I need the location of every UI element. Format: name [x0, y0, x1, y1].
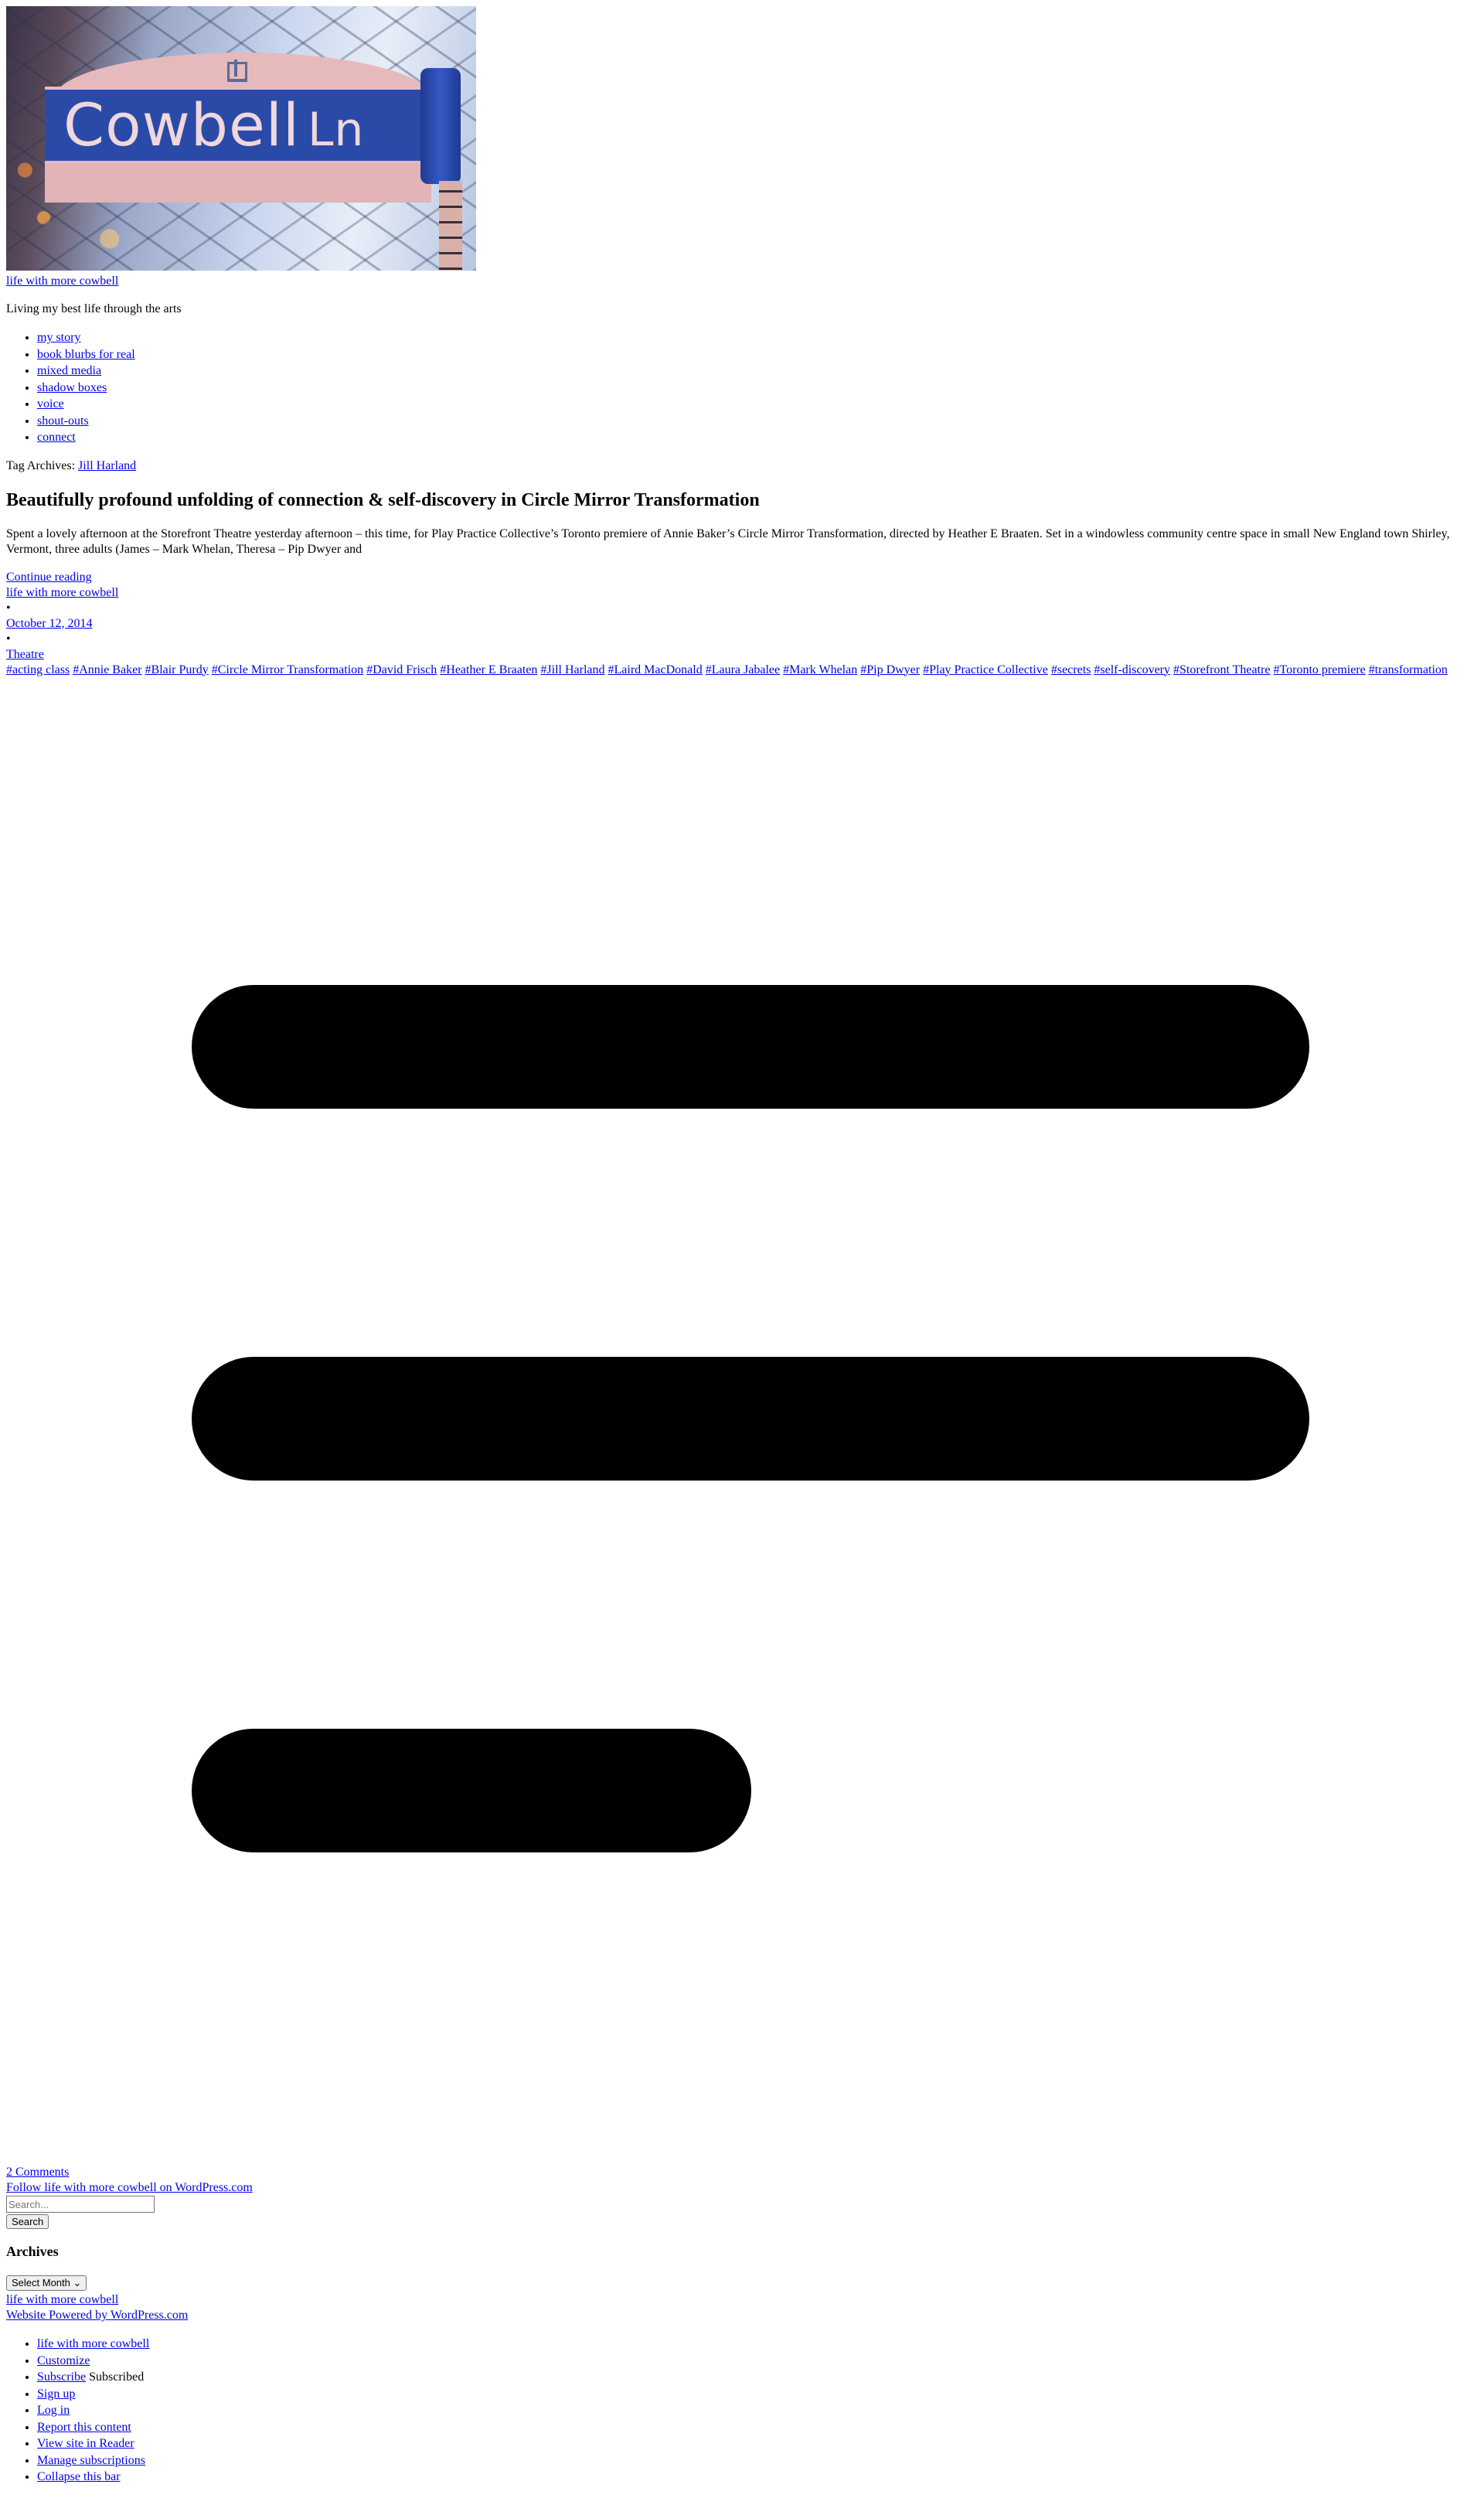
- customize-link[interactable]: Customize: [37, 2354, 90, 2367]
- tag-link[interactable]: #Pip Dwyer: [860, 663, 920, 676]
- tag-link[interactable]: #Storefront Theatre: [1173, 663, 1270, 676]
- tag-link[interactable]: #transformation: [1369, 663, 1448, 676]
- tag-link[interactable]: #Laird MacDonald: [608, 663, 703, 676]
- search-input[interactable]: [6, 2196, 155, 2213]
- admin-bar-item: Log in: [37, 2402, 1478, 2419]
- nav-item-connect: connect: [37, 429, 1478, 446]
- nav-item-shadow-boxes: shadow boxes: [37, 380, 1478, 397]
- archive-tag-link[interactable]: Jill Harland: [78, 459, 136, 472]
- collapse-bar-link[interactable]: Collapse this bar: [37, 2470, 121, 2483]
- subscribe-link[interactable]: Subscribe: [37, 2370, 86, 2384]
- admin-bar-item: Manage subscriptions: [37, 2452, 1478, 2469]
- admin-bar-item: Sign up: [37, 2386, 1478, 2403]
- page: Cowbell Ln life with more cowbell Living …: [6, 6, 1478, 678]
- sign-pole: [439, 181, 462, 271]
- admin-bar-item: Customize: [37, 2353, 1478, 2370]
- log-in-link[interactable]: Log in: [37, 2404, 70, 2417]
- view-in-reader-link[interactable]: View site in Reader: [37, 2437, 134, 2450]
- nav-link-shadow-boxes[interactable]: shadow boxes: [37, 381, 107, 394]
- archive-heading: Tag Archives: Jill Harland: [6, 458, 1478, 474]
- nav-link-mixed-media[interactable]: mixed media: [37, 364, 101, 377]
- comments-link[interactable]: 2 Comments: [6, 2165, 1478, 2180]
- tag-link[interactable]: #Toronto premiere: [1273, 663, 1365, 676]
- sign-main-text: Cowbell: [63, 90, 300, 159]
- nav-link-my-story[interactable]: my story: [37, 331, 80, 344]
- sign-suffix-text: Ln: [307, 103, 365, 157]
- site-title-link[interactable]: life with more cowbell: [6, 274, 1478, 289]
- continue-reading-link[interactable]: Continue reading: [6, 570, 1478, 585]
- tag-link[interactable]: #Mark Whelan: [783, 663, 857, 676]
- admin-site-link[interactable]: life with more cowbell: [37, 2337, 149, 2350]
- tag-link[interactable]: #David Frisch: [366, 663, 437, 676]
- follow-link[interactable]: Follow life with more cowbell on WordPre…: [6, 2180, 1478, 2196]
- nav-link-book-blurbs[interactable]: book blurbs for real: [37, 348, 135, 361]
- admin-bar-item: life with more cowbell: [37, 2336, 1478, 2353]
- city-emblem-icon: [227, 60, 247, 82]
- footer-site-link[interactable]: life with more cowbell: [6, 2292, 1478, 2308]
- archives-heading: Archives: [6, 2244, 59, 2259]
- post-author-link[interactable]: life with more cowbell: [6, 585, 1478, 601]
- menu-bar-shape: [192, 1729, 751, 1852]
- main-navigation: my story book blurbs for real mixed medi…: [6, 329, 1478, 446]
- powered-by-link[interactable]: Website Powered by WordPress.com: [6, 2308, 1478, 2323]
- nav-item-book-blurbs: book blurbs for real: [37, 346, 1478, 363]
- tag-link[interactable]: #secrets: [1051, 663, 1091, 676]
- nav-link-connect[interactable]: connect: [37, 431, 76, 444]
- post-date-link[interactable]: October 12, 2014: [6, 616, 1478, 632]
- tag-link[interactable]: #Circle Mirror Transformation: [212, 663, 363, 676]
- nav-link-voice[interactable]: voice: [37, 397, 64, 411]
- menu-bar-shape: [192, 985, 1309, 1109]
- site-tagline: Living my best life through the arts: [6, 302, 182, 315]
- tag-link[interactable]: #Laura Jabalee: [706, 663, 780, 676]
- report-content-link[interactable]: Report this content: [37, 2421, 131, 2434]
- admin-bar-list: life with more cowbell Customize Subscri…: [6, 2336, 1478, 2486]
- chevron-down-icon: ⌄: [73, 2277, 82, 2288]
- header-image[interactable]: Cowbell Ln: [6, 6, 476, 271]
- sign-lower-band: [45, 164, 431, 203]
- nav-item-mixed-media: mixed media: [37, 363, 1478, 380]
- post-tags: #acting class #Annie Baker #Blair Purdy #Ci…: [6, 663, 1478, 678]
- sign-post-cap: [420, 68, 461, 184]
- menu-bar-shape: [192, 1357, 1309, 1481]
- admin-bar-item: View site in Reader: [37, 2435, 1478, 2452]
- post-category-link[interactable]: Theatre: [6, 647, 1478, 663]
- tag-link[interactable]: #Play Practice Collective: [923, 663, 1048, 676]
- tag-link[interactable]: #acting class: [6, 663, 70, 676]
- nav-link-shout-outs[interactable]: shout-outs: [37, 414, 89, 428]
- tag-link[interactable]: #Annie Baker: [73, 663, 141, 676]
- subscribed-label: Subscribed: [89, 2370, 145, 2384]
- post-excerpt: Spent a lovely afternoon at the Storefro…: [6, 527, 1450, 556]
- tag-link[interactable]: #Heather E Braaten: [440, 663, 537, 676]
- admin-bar-item: Subscribe Subscribed: [37, 2369, 1478, 2386]
- search-form: Search: [6, 2196, 1478, 2230]
- post-title: Beautifully profound unfolding of connec…: [6, 489, 760, 510]
- sign-up-link[interactable]: Sign up: [37, 2387, 75, 2401]
- tag-link[interactable]: #Blair Purdy: [145, 663, 209, 676]
- admin-bar-item: Report this content: [37, 2419, 1478, 2436]
- admin-bar-item: Collapse this bar: [37, 2469, 1478, 2486]
- manage-subscriptions-link[interactable]: Manage subscriptions: [37, 2454, 145, 2467]
- meta-separator: •: [6, 632, 11, 646]
- nav-item-my-story: my story: [37, 329, 1478, 346]
- archives-select-label: Select Month: [12, 2277, 70, 2288]
- search-button[interactable]: Search: [6, 2214, 49, 2229]
- archive-prefix: Tag Archives:: [6, 458, 76, 472]
- tag-link[interactable]: #self-discovery: [1094, 663, 1170, 676]
- lower-section: 2 Comments Follow life with more cowbell…: [6, 2165, 1478, 2498]
- meta-separator: •: [6, 601, 11, 615]
- tag-link[interactable]: #Jill Harland: [540, 663, 604, 676]
- archives-dropdown[interactable]: Select Month ⌄: [6, 2275, 87, 2291]
- nav-item-shout-outs: shout-outs: [37, 413, 1478, 430]
- sign-lettering: Cowbell Ln: [63, 93, 364, 162]
- nav-item-voice: voice: [37, 396, 1478, 413]
